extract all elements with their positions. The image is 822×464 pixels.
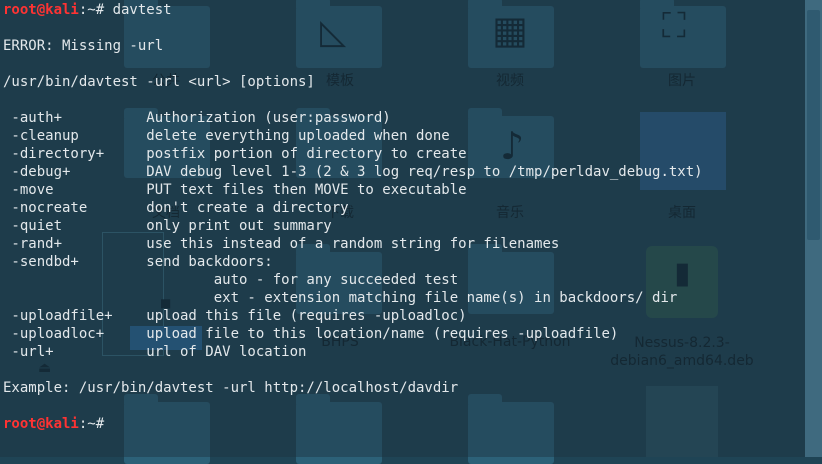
terminal-option-line: ext - extension matching file name(s) in… <box>3 290 678 306</box>
terminal-option-line: -quiet only print out summary <box>3 218 332 234</box>
terminal-option-line: -move PUT text files then MOVE to execut… <box>3 182 467 198</box>
terminal-example-line: Example: /usr/bin/davtest -url http://lo… <box>3 380 459 396</box>
terminal-option-line: -directory+ postfix portion of directory… <box>3 146 467 162</box>
prompt-user: root@kali <box>3 416 79 432</box>
terminal-option-line: -nocreate don't create a directory <box>3 200 349 216</box>
terminal-option-line: -rand+ use this instead of a random stri… <box>3 236 560 252</box>
terminal-usage-line: /usr/bin/davtest -url <url> [options] <box>3 74 315 90</box>
terminal-option-line: -cleanup delete everything uploaded when… <box>3 128 450 144</box>
terminal-prompt-line: root@kali:~# davtest <box>3 1 172 19</box>
prompt-user: root@kali <box>3 2 79 18</box>
terminal-option-line: -debug+ DAV debug level 1-3 (2 & 3 log r… <box>3 164 703 180</box>
terminal-option-line: -uploadfile+ upload this file (requires … <box>3 308 467 324</box>
terminal-option-line: -sendbd+ send backdoors: <box>3 254 273 270</box>
prompt-path: :~# <box>78 416 113 432</box>
terminal-option-line: -uploadloc+ upload file to this location… <box>3 326 619 342</box>
terminal-prompt-line[interactable]: root@kali:~# <box>3 415 113 433</box>
terminal-option-line: -url+ url of DAV location <box>3 344 307 360</box>
terminal-error-line: ERROR: Missing -url <box>3 38 164 54</box>
terminal-window[interactable]: root@kali:~# davtest ERROR: Missing -url… <box>0 0 805 457</box>
prompt-path: :~# <box>78 2 113 18</box>
terminal-option-line: -auth+ Authorization (user:password) <box>3 110 391 126</box>
scrollbar-thumb[interactable] <box>807 10 820 240</box>
terminal-option-line: auto - for any succeeded test <box>3 272 459 288</box>
command-text: davtest <box>112 2 172 18</box>
